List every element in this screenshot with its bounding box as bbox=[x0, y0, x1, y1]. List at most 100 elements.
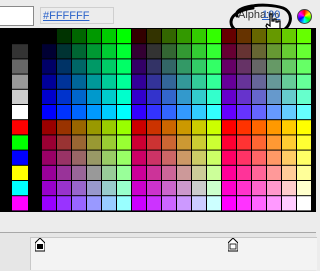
swatch-basic[interactable] bbox=[12, 44, 28, 59]
swatch-cell[interactable] bbox=[252, 44, 266, 59]
swatch-cell[interactable] bbox=[177, 150, 191, 165]
swatch-cell[interactable] bbox=[237, 74, 251, 89]
swatch-cell[interactable] bbox=[192, 29, 206, 44]
swatch-cell[interactable] bbox=[132, 44, 146, 59]
swatch-cell[interactable] bbox=[207, 44, 221, 59]
swatch-cell[interactable] bbox=[237, 89, 251, 104]
swatch-basic[interactable] bbox=[12, 105, 28, 120]
swatch-cell[interactable] bbox=[102, 165, 116, 180]
swatch-cell[interactable] bbox=[282, 196, 296, 211]
swatch-cell[interactable] bbox=[192, 105, 206, 120]
swatch-cell[interactable] bbox=[177, 181, 191, 196]
swatch-cell[interactable] bbox=[177, 44, 191, 59]
swatch-cell[interactable] bbox=[297, 59, 311, 74]
swatch-cell[interactable] bbox=[192, 181, 206, 196]
swatch-cell[interactable] bbox=[72, 59, 86, 74]
swatch-cell[interactable] bbox=[192, 59, 206, 74]
swatch-cell[interactable] bbox=[87, 29, 101, 44]
swatch-basic[interactable] bbox=[12, 165, 28, 180]
swatch-cell[interactable] bbox=[147, 59, 161, 74]
swatch-cell[interactable] bbox=[102, 105, 116, 120]
swatch-cell[interactable] bbox=[132, 105, 146, 120]
color-swatch-grid[interactable] bbox=[0, 28, 316, 212]
swatch-cell[interactable] bbox=[267, 105, 281, 120]
swatch-cell[interactable] bbox=[267, 181, 281, 196]
swatch-cell[interactable] bbox=[207, 120, 221, 135]
swatch-cell[interactable] bbox=[42, 135, 56, 150]
swatch-cell[interactable] bbox=[147, 165, 161, 180]
swatch-cell[interactable] bbox=[237, 29, 251, 44]
swatch-cell[interactable] bbox=[42, 120, 56, 135]
swatch-cell[interactable] bbox=[237, 120, 251, 135]
alpha-value-field[interactable]: 100 bbox=[262, 9, 280, 21]
swatch-cell[interactable] bbox=[117, 181, 131, 196]
swatch-cell[interactable] bbox=[87, 196, 101, 211]
swatch-cell[interactable] bbox=[57, 105, 71, 120]
swatch-cell[interactable] bbox=[57, 44, 71, 59]
gradient-bar[interactable] bbox=[30, 237, 317, 270]
swatch-cell[interactable] bbox=[282, 105, 296, 120]
swatch-cell[interactable] bbox=[162, 29, 176, 44]
swatch-cell[interactable] bbox=[147, 120, 161, 135]
swatch-cell[interactable] bbox=[222, 135, 236, 150]
swatch-cell[interactable] bbox=[252, 181, 266, 196]
swatch-cell[interactable] bbox=[147, 196, 161, 211]
swatch-cell[interactable] bbox=[222, 150, 236, 165]
swatch-cell[interactable] bbox=[162, 196, 176, 211]
swatch-cell[interactable] bbox=[87, 44, 101, 59]
swatch-cell[interactable] bbox=[282, 74, 296, 89]
swatch-basic[interactable] bbox=[12, 29, 28, 44]
swatch-cell[interactable] bbox=[147, 89, 161, 104]
swatch-basic[interactable] bbox=[12, 120, 28, 135]
swatch-cell[interactable] bbox=[42, 105, 56, 120]
swatch-cell[interactable] bbox=[207, 105, 221, 120]
swatch-cell[interactable] bbox=[177, 29, 191, 44]
swatch-cell[interactable] bbox=[162, 120, 176, 135]
swatch-cell[interactable] bbox=[102, 44, 116, 59]
swatch-cell[interactable] bbox=[162, 135, 176, 150]
swatch-cell[interactable] bbox=[267, 44, 281, 59]
swatch-cell[interactable] bbox=[237, 181, 251, 196]
swatch-cell[interactable] bbox=[297, 150, 311, 165]
swatch-cell[interactable] bbox=[222, 74, 236, 89]
swatch-cell[interactable] bbox=[297, 105, 311, 120]
swatch-cell[interactable] bbox=[282, 135, 296, 150]
swatch-cell[interactable] bbox=[117, 120, 131, 135]
swatch-cell[interactable] bbox=[222, 29, 236, 44]
swatch-cell[interactable] bbox=[102, 135, 116, 150]
swatch-cell[interactable] bbox=[87, 105, 101, 120]
swatch-cell[interactable] bbox=[282, 165, 296, 180]
swatch-cell[interactable] bbox=[282, 181, 296, 196]
swatch-cell[interactable] bbox=[87, 120, 101, 135]
swatch-cell[interactable] bbox=[177, 59, 191, 74]
swatch-cell[interactable] bbox=[222, 59, 236, 74]
swatch-cell[interactable] bbox=[282, 29, 296, 44]
swatch-cell[interactable] bbox=[87, 89, 101, 104]
swatch-basic[interactable] bbox=[12, 196, 28, 211]
swatch-cell[interactable] bbox=[237, 105, 251, 120]
gradient-pointer-left[interactable] bbox=[35, 238, 45, 252]
swatch-cell[interactable] bbox=[267, 165, 281, 180]
swatch-cell[interactable] bbox=[42, 181, 56, 196]
swatch-cell[interactable] bbox=[147, 135, 161, 150]
swatch-cell[interactable] bbox=[207, 74, 221, 89]
swatch-cell[interactable] bbox=[102, 89, 116, 104]
swatch-cell[interactable] bbox=[297, 196, 311, 211]
swatch-cell[interactable] bbox=[117, 89, 131, 104]
swatch-cell[interactable] bbox=[42, 59, 56, 74]
swatch-cell[interactable] bbox=[87, 74, 101, 89]
swatch-cell[interactable] bbox=[192, 74, 206, 89]
swatch-cell[interactable] bbox=[192, 44, 206, 59]
swatch-cell[interactable] bbox=[222, 105, 236, 120]
swatch-cell[interactable] bbox=[72, 120, 86, 135]
swatch-cell[interactable] bbox=[207, 89, 221, 104]
swatch-cell[interactable] bbox=[222, 196, 236, 211]
swatch-cell[interactable] bbox=[42, 150, 56, 165]
swatch-cell[interactable] bbox=[102, 196, 116, 211]
swatch-cell[interactable] bbox=[147, 44, 161, 59]
swatch-basic[interactable] bbox=[12, 181, 28, 196]
swatch-cell[interactable] bbox=[192, 165, 206, 180]
swatch-cell[interactable] bbox=[72, 105, 86, 120]
swatch-cell[interactable] bbox=[72, 89, 86, 104]
swatch-grid-svg[interactable] bbox=[0, 28, 316, 212]
